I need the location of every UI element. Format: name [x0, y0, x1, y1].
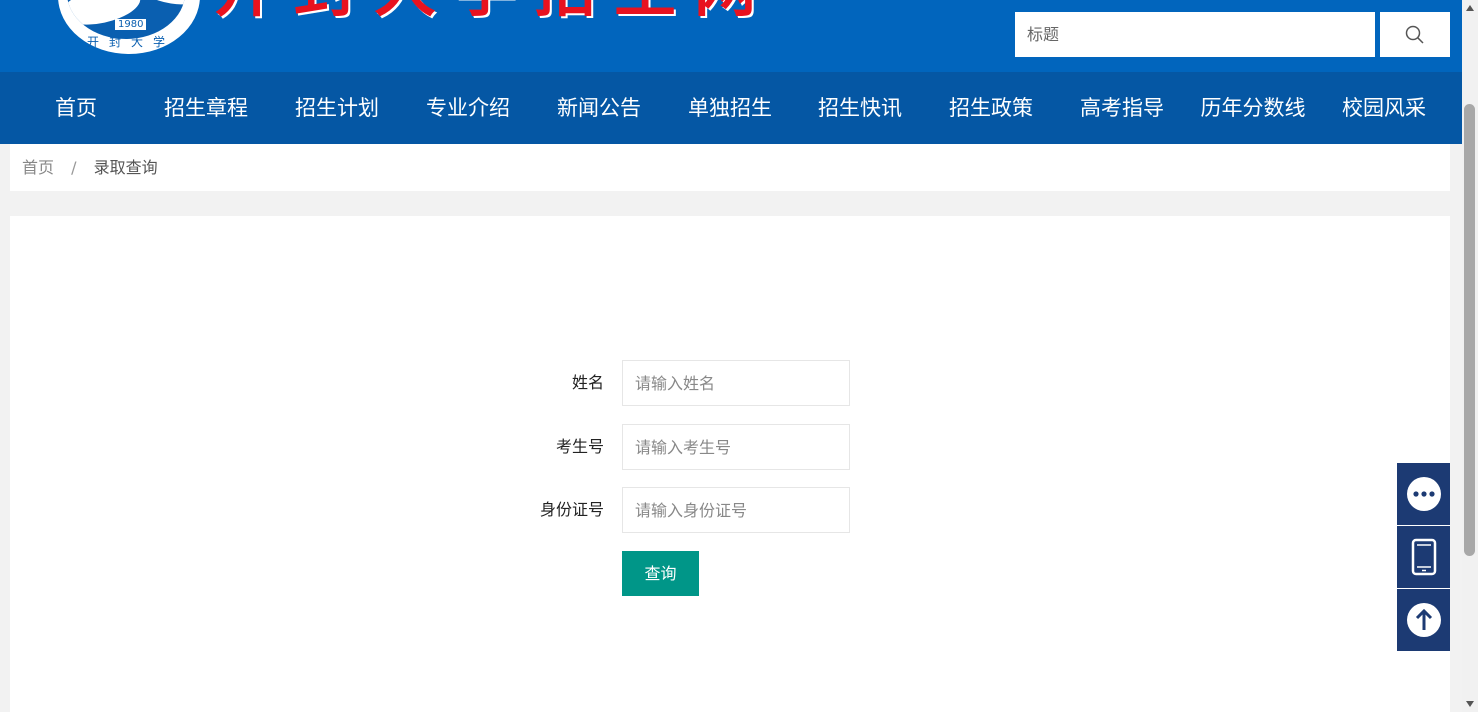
nav-item-score-history[interactable]: 历年分数线: [1198, 72, 1308, 144]
floating-toolbar: [1397, 463, 1450, 652]
back-to-top-icon: [1406, 603, 1441, 637]
chat-icon: [1406, 477, 1441, 511]
nav-item-separate-admission[interactable]: 单独招生: [675, 72, 785, 144]
search-icon: [1405, 25, 1424, 44]
exam-number-row: 考生号: [10, 424, 1450, 470]
nav-item-campus[interactable]: 校园风采: [1329, 72, 1439, 144]
nav-item-majors[interactable]: 专业介绍: [413, 72, 523, 144]
breadcrumb-current: 录取查询: [93, 158, 158, 177]
id-number-label: 身份证号: [539, 500, 604, 519]
site-title: 开封大学招生网: [214, 0, 774, 20]
chat-button[interactable]: [1397, 463, 1450, 525]
triangle-down-icon: [1466, 701, 1474, 707]
university-logo: 1980 开封大学: [58, 0, 200, 54]
nav-item-admission-news[interactable]: 招生快讯: [805, 72, 915, 144]
mobile-icon: [1411, 538, 1436, 576]
breadcrumb-home[interactable]: 首页: [22, 158, 54, 177]
site-header: 1980 开封大学 开封大学招生网: [0, 0, 1462, 72]
search-button[interactable]: [1380, 12, 1450, 57]
id-number-row: 身份证号: [10, 487, 1450, 533]
logo-year: 1980: [115, 19, 147, 30]
triangle-up-icon: [1466, 5, 1474, 11]
logo-ring-text: 开封大学: [87, 35, 176, 49]
nav-item-admission-plan[interactable]: 招生计划: [282, 72, 392, 144]
name-input[interactable]: [622, 360, 850, 406]
scrollbar-thumb[interactable]: [1464, 104, 1475, 556]
exam-number-input[interactable]: [622, 424, 850, 470]
nav-item-exam-guide[interactable]: 高考指导: [1067, 72, 1177, 144]
nav-item-home[interactable]: 首页: [21, 72, 131, 144]
exam-number-label: 考生号: [555, 437, 604, 456]
mobile-button[interactable]: [1397, 526, 1450, 588]
search-input[interactable]: [1015, 12, 1375, 57]
name-row: 姓名: [10, 360, 1450, 406]
nav-item-policy[interactable]: 招生政策: [936, 72, 1046, 144]
nav-item-news[interactable]: 新闻公告: [544, 72, 654, 144]
name-label: 姓名: [571, 373, 604, 392]
id-number-input[interactable]: [622, 487, 850, 533]
scroll-up-button[interactable]: [1462, 0, 1478, 16]
back-to-top-button[interactable]: [1397, 589, 1450, 651]
breadcrumb-separator: /: [71, 158, 77, 177]
query-button[interactable]: 查询: [622, 551, 699, 596]
nav-item-admission-charter[interactable]: 招生章程: [151, 72, 261, 144]
main-nav: 首页 招生章程 招生计划 专业介绍 新闻公告 单独招生 招生快讯 招生政策 高考…: [0, 72, 1462, 144]
query-panel: 姓名 考生号 身份证号 查询: [10, 216, 1450, 712]
scroll-down-button[interactable]: [1462, 696, 1478, 712]
breadcrumb: 首页 / 录取查询: [10, 144, 1450, 191]
scrollbar[interactable]: [1462, 0, 1478, 712]
